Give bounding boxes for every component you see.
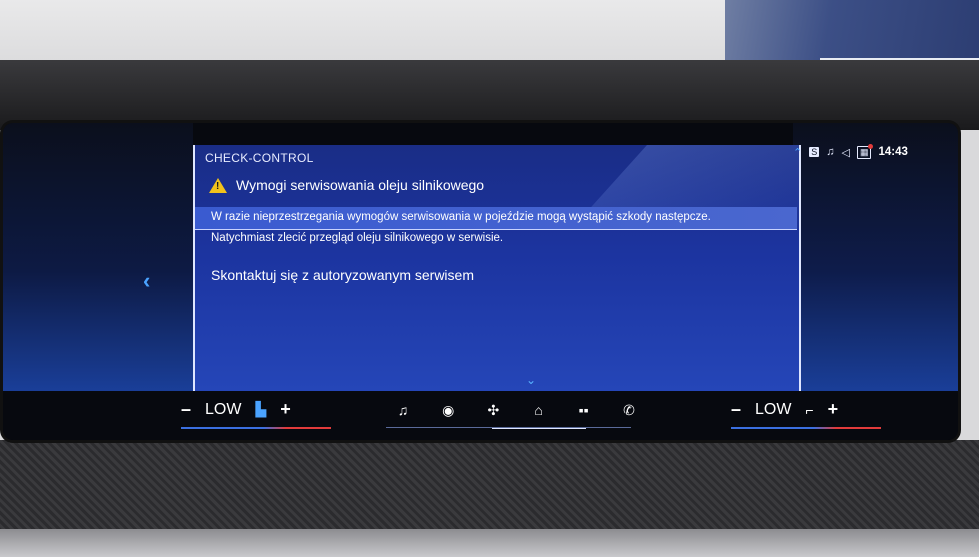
screen-right-area: [793, 123, 958, 393]
description-line-2: Natychmiast zlecić przegląd oleju silnik…: [211, 232, 504, 244]
temp-indicator-left: [181, 427, 331, 429]
nav-underline: [386, 427, 631, 428]
temp-indicator-right: [731, 427, 881, 429]
expand-chevron-icon[interactable]: ⌄: [526, 373, 536, 387]
infotainment-screen: ‹ CHECK-CONTROL ! Wymogi serwisowania ol…: [3, 123, 958, 440]
warning-title: Wymogi serwisowania oleju silnikowego: [236, 177, 485, 193]
fan-icon[interactable]: ✣: [476, 397, 510, 423]
climate-control-right: – LOW ⌐ +: [731, 399, 838, 420]
temp-decrease-right-button[interactable]: –: [731, 399, 741, 420]
screen-left-area: [3, 123, 193, 393]
check-control-title: CHECK-CONTROL: [205, 151, 314, 165]
main-nav: ♫ ◉ ✣ ⌂ ▪▪ ✆: [386, 397, 646, 429]
warning-header: ! Wymogi serwisowania oleju silnikowego: [209, 177, 484, 193]
sim-icon: S: [809, 147, 820, 157]
check-control-panel: CHECK-CONTROL ! Wymogi serwisowania olej…: [193, 145, 801, 391]
clock: 14:43: [878, 146, 908, 158]
dashboard-bottom: [0, 440, 979, 557]
music-note-icon: ♫: [826, 146, 835, 158]
phone-icon[interactable]: ✆: [612, 397, 646, 423]
seat-heat-left-icon[interactable]: ▙: [255, 401, 266, 418]
navigation-icon[interactable]: ◉: [431, 397, 465, 423]
music-icon[interactable]: ♫: [386, 397, 420, 423]
temp-level-right[interactable]: LOW: [755, 401, 791, 419]
climate-control-left: – LOW ▙ +: [181, 399, 291, 420]
chevron-up-icon[interactable]: ⌃: [793, 146, 802, 159]
seat-heat-right-icon[interactable]: ⌐: [805, 402, 813, 418]
back-chevron-icon[interactable]: ‹: [143, 268, 150, 294]
temp-level-left[interactable]: LOW: [205, 401, 241, 419]
contact-service-button[interactable]: Skontaktuj się z autoryzowanym serwisem: [211, 267, 474, 283]
bottom-bar: – LOW ▙ + ♫ ◉ ✣ ⌂ ▪▪ ✆ – LOW ⌐ +: [3, 391, 958, 440]
calendar-icon: ▦: [856, 143, 873, 159]
temp-increase-right-button[interactable]: +: [828, 399, 839, 420]
status-bar: ⌃ S ♫ ◁ ▦ 14:43: [793, 143, 953, 161]
temp-increase-left-button[interactable]: +: [280, 399, 291, 420]
temp-decrease-left-button[interactable]: –: [181, 399, 191, 420]
apps-icon[interactable]: ▪▪: [567, 397, 601, 423]
home-icon[interactable]: ⌂: [491, 397, 586, 429]
description-line-1: W razie nieprzestrzegania wymogów serwis…: [211, 211, 711, 223]
dashboard-top: [0, 60, 979, 130]
warning-icon: !: [209, 177, 227, 193]
volume-icon: ◁: [841, 146, 850, 159]
